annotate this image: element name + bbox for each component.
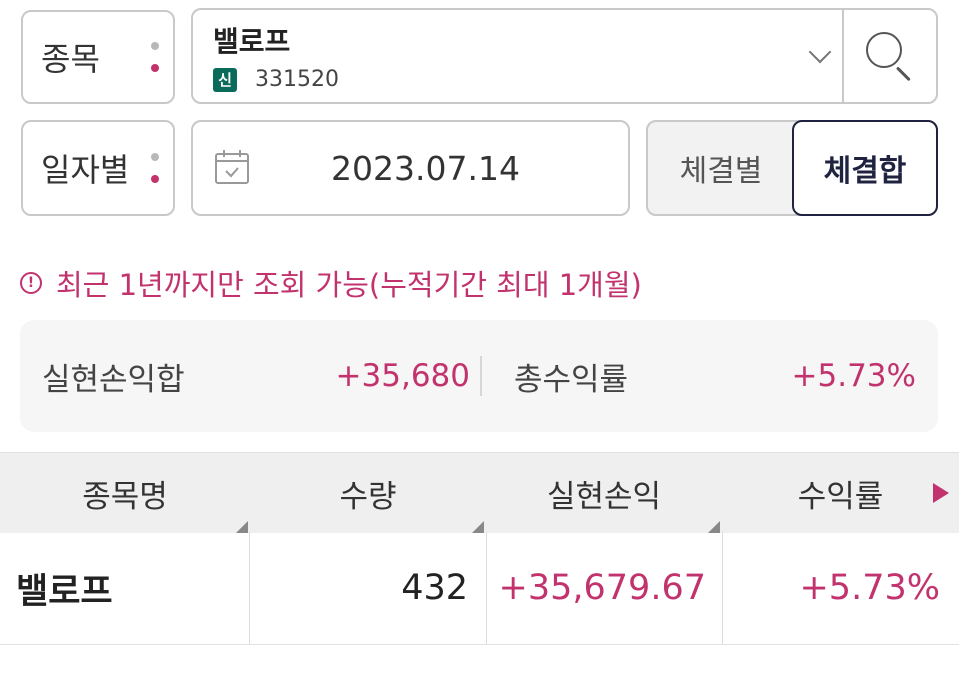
cell-quantity: 432 [401, 568, 468, 608]
view-toggle: 체결별 체결합 [646, 120, 938, 216]
search-button[interactable] [842, 10, 936, 102]
more-dots-icon [149, 153, 159, 183]
cell-stock-name: 밸로프 [16, 571, 113, 612]
total-return-value: +5.73% [791, 358, 916, 394]
cell-realized-profit: +35,679.67 [498, 568, 706, 608]
info-icon: ! [20, 272, 42, 294]
summary-panel: 실현손익합 +35,680 총수익률 +5.73% [20, 320, 938, 432]
selected-date: 2023.07.14 [331, 148, 520, 188]
more-dots-icon [149, 42, 159, 72]
total-return-label: 총수익률 [514, 361, 629, 398]
stock-selector[interactable]: 밸로프 신 331520 [191, 8, 938, 104]
chevron-down-icon[interactable] [808, 40, 832, 64]
tab-by-execution[interactable]: 체결별 [648, 122, 794, 214]
realized-profit-label: 실현손익합 [42, 361, 185, 398]
stock-name: 밸로프 [213, 25, 291, 58]
header-stock-name[interactable]: 종목명 [0, 453, 250, 533]
tab-execution-sum[interactable]: 체결합 [792, 120, 938, 216]
notice-text: 최근 1년까지만 조회 가능(누적기간 최대 1개월) [56, 268, 642, 302]
period-type-label: 일자별 [41, 151, 130, 189]
notice: ! 최근 1년까지만 조회 가능(누적기간 최대 1개월) [20, 262, 642, 304]
header-return-rate[interactable]: 수익률 [722, 453, 959, 533]
summary-divider [480, 356, 482, 396]
table-row[interactable]: 밸로프 432 +35,679.67 +5.73% [0, 532, 959, 645]
cell-return-rate: +5.73% [799, 568, 940, 608]
stock-label-box[interactable]: 종목 [21, 10, 175, 104]
search-icon [866, 32, 902, 68]
stock-code: 331520 [255, 67, 339, 92]
stock-label: 종목 [41, 40, 100, 78]
scroll-right-icon[interactable] [933, 483, 949, 503]
date-picker[interactable]: 2023.07.14 [191, 120, 630, 216]
new-listing-badge: 신 [213, 68, 237, 92]
realized-profit-value: +35,680 [335, 358, 470, 394]
period-type-selector[interactable]: 일자별 [21, 120, 175, 216]
header-quantity[interactable]: 수량 [250, 453, 486, 533]
table-header: 종목명 수량 실현손익 수익률 [0, 452, 959, 533]
header-realized-profit[interactable]: 실현손익 [486, 453, 722, 533]
